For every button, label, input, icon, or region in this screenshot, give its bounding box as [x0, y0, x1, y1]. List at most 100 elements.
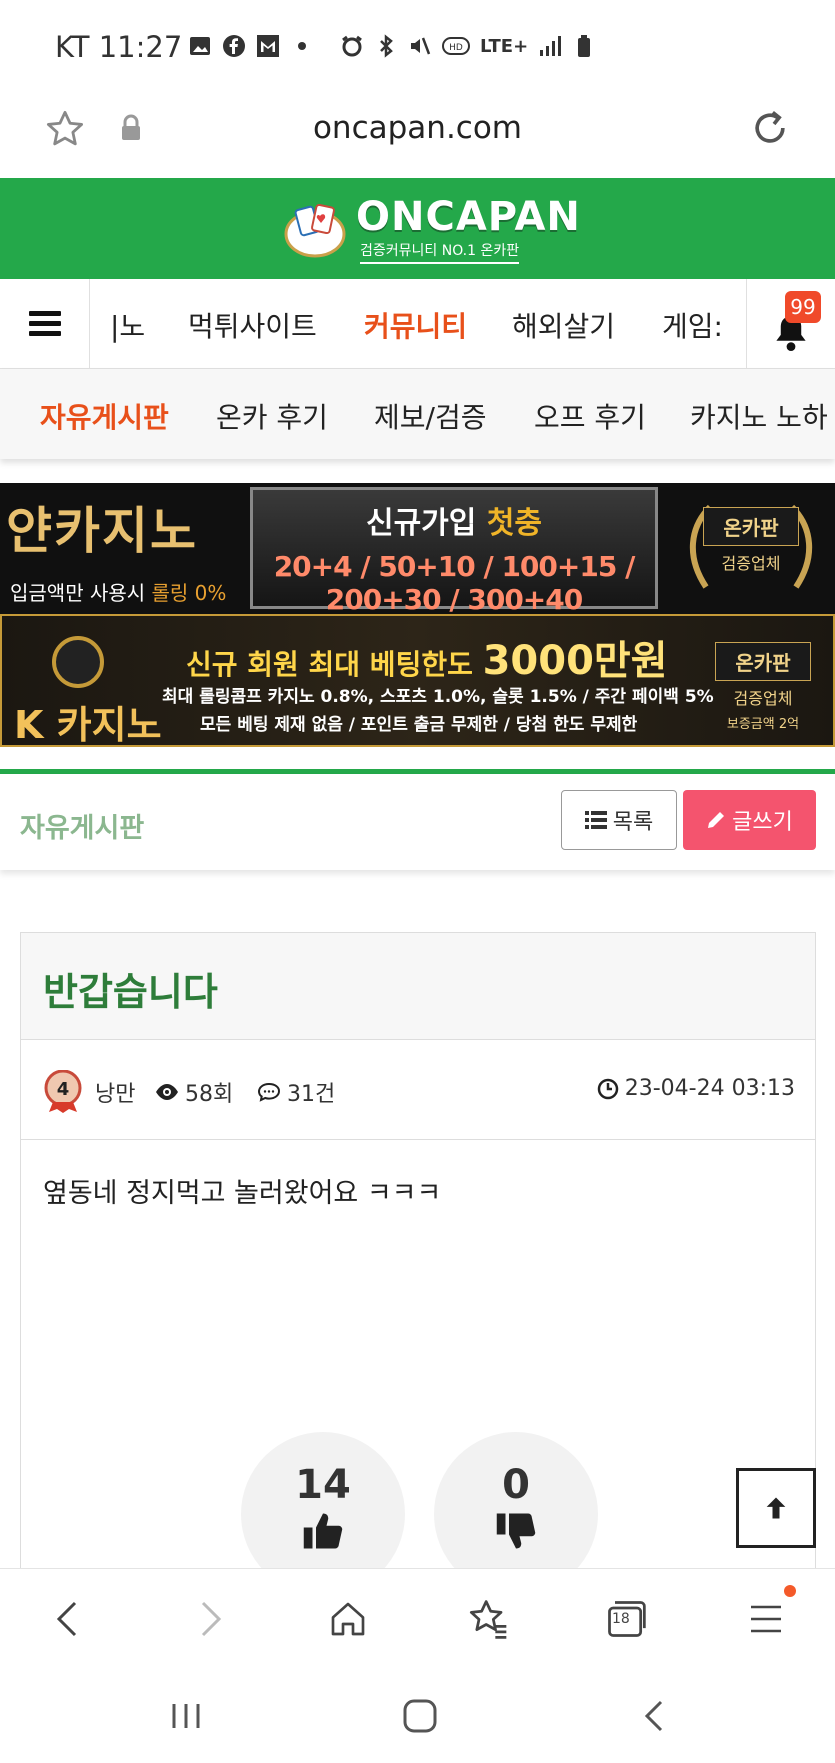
browser-bookmarks-button[interactable]	[460, 1591, 516, 1647]
dislike-count: 0	[502, 1462, 530, 1508]
svg-text:4: 4	[57, 1079, 70, 1100]
board-header: 자유게시판 목록 글쓰기	[0, 774, 835, 870]
home-square-icon	[403, 1699, 437, 1733]
thumbs-up-icon	[303, 1513, 343, 1549]
scroll-to-top-button[interactable]	[736, 1468, 816, 1548]
back-icon	[644, 1700, 663, 1732]
notification-badge: 99	[785, 291, 821, 323]
image-icon	[190, 37, 210, 55]
post-title: 반갑습니다	[43, 970, 218, 1014]
ad-banner-yan-casino[interactable]: 얀카지노 입금액만 사용시 롤링 0% 신규가입 첫충 20+4 / 50+10…	[0, 483, 835, 614]
list-icon	[584, 811, 607, 829]
banner1-promo-numbers: 20+4 / 50+10 / 100+15 / 200+30 / 300+40	[273, 550, 636, 614]
logo-wordmark: ONCAPAN	[356, 194, 581, 240]
browser-menu-button[interactable]	[738, 1591, 794, 1647]
eye-icon	[156, 1084, 178, 1100]
system-back-button[interactable]	[632, 1694, 676, 1738]
nav-item-community[interactable]: 커뮤니티	[364, 305, 467, 345]
nav-item-scam-sites[interactable]: 먹튀사이트	[188, 305, 317, 345]
poker-chip-logo-icon	[284, 203, 346, 258]
subnav-report-verify[interactable]: 제보/검증	[374, 396, 486, 436]
svg-text:HD: HD	[449, 43, 463, 53]
banner1-brand: 얀카지노	[6, 502, 198, 560]
thumbs-down-icon	[496, 1513, 536, 1549]
nav-item-overseas[interactable]: 해외살기	[512, 305, 615, 345]
home-icon	[331, 1602, 365, 1636]
chevron-left-icon	[56, 1601, 77, 1637]
list-button[interactable]: 목록	[561, 790, 677, 850]
subnav-offline-reviews[interactable]: 오프 후기	[534, 396, 646, 436]
browser-forward-button[interactable]	[182, 1591, 238, 1647]
banner2-promo-line1: 최대 롤링콤프 카지노 0.8%, 스포츠 1.0%, 슬롯 1.5% / 주간…	[162, 687, 714, 707]
mute-icon	[411, 37, 431, 55]
post-title-box: 반갑습니다	[21, 933, 815, 1040]
dot-icon	[298, 42, 306, 50]
subnav-casino-tips[interactable]: 카지노 노하	[690, 396, 828, 436]
lte-icon: LTE+	[480, 35, 529, 57]
menu-button[interactable]	[0, 279, 90, 369]
tabs-count: 18	[612, 1611, 630, 1627]
banner1-subtext: 입금액만 사용시 롤링 0%	[10, 581, 227, 605]
bookmarks-icon	[469, 1600, 507, 1639]
system-home-button[interactable]	[398, 1694, 442, 1738]
post-views: 58회	[155, 1076, 233, 1108]
system-nav-bar	[0, 1668, 835, 1763]
browser-tabs-button[interactable]: 18	[598, 1591, 654, 1647]
browser-toolbar: 18	[0, 1568, 835, 1668]
menu-icon	[751, 1605, 781, 1633]
banner2-promo-title: 신규 회원 최대 베팅한도 3000만원	[186, 638, 668, 684]
post-comments: 31건	[257, 1076, 335, 1108]
browser-home-button[interactable]	[320, 1591, 376, 1647]
url-bar: oncapan.com	[0, 92, 835, 178]
comments-count: 31건	[287, 1082, 336, 1107]
banner2-verified-badge: 온카판 검증업체 보증금액 2억	[698, 632, 828, 732]
bluetooth-icon	[380, 34, 393, 58]
ad-banner-k-casino[interactable]: K 카지노 신규 회원 최대 베팅한도 3000만원 최대 롤링콤프 카지노 0…	[0, 614, 835, 747]
clock-icon	[597, 1078, 618, 1099]
carrier-label: KT	[55, 30, 90, 64]
sub-nav: 자유게시판 온카 후기 제보/검증 오프 후기 카지노 노하	[0, 369, 835, 459]
alarm-icon	[342, 35, 362, 57]
post-meta: 4 낭만 58회 31건 23-04-24 03:13	[21, 1040, 815, 1140]
banner2-brand: K 카지노	[14, 703, 162, 747]
logo-tagline: 검증커뮤니티 NO.1 온카판	[360, 240, 520, 264]
status-bar: KT 11:27 HD LTE+	[0, 0, 835, 92]
main-nav: |노 먹튀사이트 커뮤니티 해외살기 게임: 99	[0, 279, 835, 369]
browser-back-button[interactable]	[40, 1591, 96, 1647]
gmail-icon	[257, 35, 279, 57]
list-button-label: 목록	[612, 810, 654, 835]
views-count: 58회	[185, 1082, 234, 1107]
arrow-up-icon	[766, 1497, 786, 1519]
post-date: 23-04-24 03:13	[597, 1076, 795, 1101]
level-badge-icon[interactable]: 4	[43, 1070, 83, 1114]
subnav-onca-reviews[interactable]: 온카 후기	[216, 396, 328, 436]
subnav-free-board[interactable]: 자유게시판	[40, 396, 169, 436]
chevron-right-icon	[201, 1601, 222, 1637]
recents-icon	[172, 1704, 200, 1728]
menu-notification-dot	[784, 1585, 796, 1597]
hamburger-icon	[28, 311, 61, 337]
write-button-label: 글쓰기	[732, 810, 793, 835]
comment-icon	[257, 1082, 281, 1102]
signal-icon	[540, 36, 562, 56]
url-text[interactable]: oncapan.com	[0, 110, 835, 146]
post-author[interactable]: 낭만	[95, 1076, 135, 1108]
casino-chip-icon	[52, 636, 104, 688]
nav-item-casino[interactable]: |노	[110, 305, 145, 345]
recents-button[interactable]	[164, 1694, 208, 1738]
pencil-icon	[708, 812, 725, 828]
banner1-promo-box: 신규가입 첫충 20+4 / 50+10 / 100+15 / 200+30 /…	[250, 487, 658, 614]
banner1-promo-title: 신규가입 첫충	[365, 506, 543, 541]
post-body: 옆동네 정지먹고 놀러왔어요 ㅋㅋㅋ	[43, 1178, 442, 1209]
nav-item-games[interactable]: 게임:	[662, 305, 723, 345]
reload-icon[interactable]	[748, 106, 792, 150]
main-nav-items: |노 먹튀사이트 커뮤니티 해외살기 게임:	[90, 279, 746, 369]
site-logo[interactable]: ONCAPAN 검증커뮤니티 NO.1 온카판	[284, 194, 580, 264]
clock: 11:27	[98, 30, 183, 64]
post-view: 반갑습니다 4 낭만 58회 31건 23-04-24 03:13 옆동네 정지…	[20, 932, 816, 1592]
board-title: 자유게시판	[20, 813, 145, 844]
post-datetime: 23-04-24 03:13	[624, 1076, 795, 1101]
write-button[interactable]: 글쓰기	[683, 790, 816, 850]
notification-button[interactable]: 99	[746, 279, 835, 369]
status-carrier-time: KT 11:27	[55, 30, 182, 64]
